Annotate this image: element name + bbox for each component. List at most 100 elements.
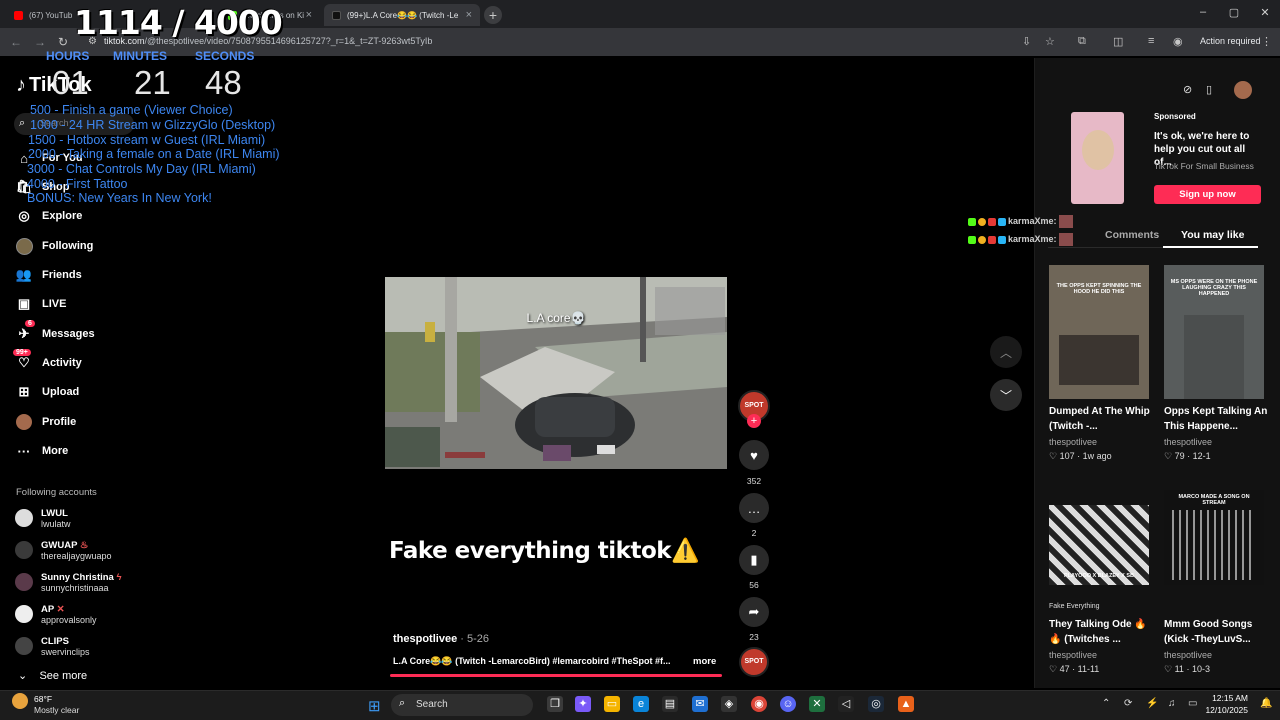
taskbar-date[interactable]: 12/10/2025 bbox=[1198, 705, 1248, 715]
search-icon: ⌕ bbox=[399, 697, 406, 709]
follow-plus-button[interactable]: + bbox=[747, 414, 761, 428]
account-gwuap[interactable]: GWUAP ♨ therealjaygwuapo bbox=[15, 535, 112, 565]
messages-badge: 6 bbox=[25, 320, 35, 327]
taskbar-clock[interactable]: 12:15 AM bbox=[1206, 693, 1248, 703]
video-card-title[interactable]: Opps Kept Talking An This Happene... bbox=[1164, 404, 1268, 434]
split-screen-icon[interactable]: ◫ bbox=[1113, 35, 1123, 48]
video-card-title[interactable]: They Talking Ode 🔥🔥 (Twitches ... bbox=[1049, 617, 1153, 647]
account-ap[interactable]: AP ✕ approvalsonly bbox=[15, 599, 97, 629]
extensions-icon[interactable]: ⧉ bbox=[1078, 35, 1086, 48]
emote-icon bbox=[1058, 215, 1073, 228]
minutes-label: MINUTES bbox=[113, 49, 167, 63]
excel-icon[interactable]: ✕ bbox=[809, 696, 825, 712]
notification-bell-icon[interactable]: 🔔 bbox=[1260, 698, 1272, 709]
goal-item: 3000 - Chat Controls My Day (IRL Miami) bbox=[27, 162, 256, 176]
video-progress-bar[interactable] bbox=[390, 674, 722, 677]
close-tab-icon[interactable]: × bbox=[466, 9, 472, 21]
store-icon[interactable]: ▤ bbox=[662, 696, 678, 712]
tab-you-may-like[interactable]: You may like bbox=[1181, 229, 1244, 241]
like-button[interactable]: ♥ bbox=[739, 440, 769, 470]
previous-video-button[interactable]: ︿ bbox=[990, 336, 1022, 368]
share-button[interactable]: ➦ bbox=[739, 597, 769, 627]
windows-start-icon[interactable]: ⊞ bbox=[368, 697, 381, 715]
edge-icon[interactable]: e bbox=[633, 696, 649, 712]
profile-icon[interactable]: ◉ bbox=[1173, 35, 1183, 48]
sidebar-item-live[interactable]: ▣ LIVE bbox=[15, 293, 67, 315]
action-required-button[interactable]: Action required bbox=[1200, 36, 1261, 46]
install-app-icon[interactable]: ⇩ bbox=[1022, 35, 1031, 48]
hours-label: HOURS bbox=[46, 49, 90, 63]
comment-button[interactable]: … bbox=[739, 493, 769, 523]
see-more-link[interactable]: ⌄ See more bbox=[18, 669, 87, 682]
user-avatar[interactable] bbox=[1234, 81, 1252, 99]
video-card-user[interactable]: thespotlivee bbox=[1164, 437, 1212, 447]
signup-button[interactable]: Sign up now bbox=[1154, 185, 1261, 204]
new-tab-button[interactable]: + bbox=[484, 6, 502, 24]
sidebar-item-explore[interactable]: ◎ Explore bbox=[15, 205, 82, 227]
device-icon[interactable]: ▯ bbox=[1206, 83, 1212, 96]
bookmark-star-icon[interactable]: ☆ bbox=[1045, 35, 1055, 48]
menu-kebab-icon[interactable]: ⋮ bbox=[1261, 35, 1272, 48]
video-card-thumbnail[interactable]: MS OPPS WERE ON THE PHONE LAUGHING CRAZY… bbox=[1164, 265, 1264, 399]
chevron-down-icon: ﹀ bbox=[999, 388, 1012, 403]
task-view-icon[interactable]: ❐ bbox=[547, 696, 563, 712]
account-clips[interactable]: CLIPS swervinclips bbox=[15, 631, 90, 661]
taskbar-search[interactable]: Search bbox=[391, 694, 533, 716]
video-card-user[interactable]: thespotlivee bbox=[1049, 650, 1097, 660]
sidebar-item-profile[interactable]: Profile bbox=[15, 411, 76, 433]
activity-badge: 99+ bbox=[13, 349, 31, 356]
artstation-icon[interactable]: ▲ bbox=[898, 696, 914, 712]
video-author[interactable]: thespotlivee · 5-26 bbox=[393, 633, 489, 645]
tray-chevron-up-icon[interactable]: ⌃ bbox=[1102, 698, 1110, 709]
reload-icon[interactable]: ↻ bbox=[58, 35, 68, 49]
tray-mic-icon[interactable]: ♫ bbox=[1168, 698, 1176, 709]
video-player[interactable]: L.A core💀 bbox=[385, 277, 727, 469]
next-video-button[interactable]: ﹀ bbox=[990, 379, 1022, 411]
get-coins-icon[interactable]: ⊘ bbox=[1183, 83, 1192, 96]
game-icon[interactable]: ◈ bbox=[721, 696, 737, 712]
forward-icon[interactable]: → bbox=[34, 35, 46, 49]
video-card-user[interactable]: thespotlivee bbox=[1049, 437, 1097, 447]
save-count: 56 bbox=[749, 580, 759, 590]
close-tab-icon[interactable]: × bbox=[306, 9, 312, 21]
sidebar-item-following[interactable]: Following bbox=[15, 235, 93, 257]
account-sunny-christina[interactable]: Sunny Christina ϟ sunnychristinaaa bbox=[15, 567, 122, 597]
more-button[interactable]: more bbox=[693, 656, 716, 667]
video-card-thumbnail[interactable]: THE OPPS KEPT SPINNING THE HOOD HE DID T… bbox=[1049, 265, 1149, 399]
mail-icon[interactable]: ✉ bbox=[692, 696, 708, 712]
media-control-icon[interactable]: ≡ bbox=[1148, 35, 1154, 47]
tray-display-icon[interactable]: ▭ bbox=[1188, 698, 1197, 709]
video-card-thumbnail[interactable]: MARCO MADE A SONG ON STREAM bbox=[1164, 490, 1264, 585]
back-icon[interactable]: ← bbox=[10, 35, 22, 49]
avatar bbox=[15, 573, 33, 591]
close-window-icon[interactable]: ✕ bbox=[1250, 6, 1280, 19]
goal-item: 2000 - Taking a female on a Date (IRL Mi… bbox=[28, 147, 280, 161]
capcut-icon[interactable]: ◁ bbox=[838, 696, 854, 712]
tray-network-icon[interactable]: ⚡ bbox=[1146, 698, 1158, 709]
tray-sync-icon[interactable]: ⟳ bbox=[1124, 698, 1132, 709]
video-card-user[interactable]: thespotlivee bbox=[1164, 650, 1212, 660]
minimize-icon[interactable]: – bbox=[1188, 6, 1218, 18]
tab-tiktok[interactable]: (99+)L.A Core😂😂 (Twitch -Le × bbox=[324, 4, 480, 26]
discord-icon[interactable]: ☺ bbox=[780, 696, 796, 712]
sidebar-item-activity[interactable]: ♡ 99+ Activity bbox=[13, 349, 82, 374]
video-card-thumbnail[interactable]: PLAYOOO X BLAZEY X SB bbox=[1049, 505, 1149, 585]
share-count: 23 bbox=[749, 632, 759, 642]
steam-icon[interactable]: ◎ bbox=[868, 696, 884, 712]
sidebar-item-messages[interactable]: ✈ 6 Messages bbox=[15, 320, 95, 345]
maximize-icon[interactable]: ▢ bbox=[1219, 6, 1249, 19]
video-card-title[interactable]: Mmm Good Songs (Kick -TheyLuvS... bbox=[1164, 617, 1268, 647]
chrome-icon[interactable]: ◉ bbox=[751, 696, 767, 712]
weather-moon-icon[interactable] bbox=[12, 693, 28, 709]
copilot-icon[interactable]: ✦ bbox=[575, 696, 591, 712]
tab-comments[interactable]: Comments bbox=[1075, 229, 1159, 241]
sidebar-item-more[interactable]: ··· More bbox=[15, 440, 69, 462]
save-button[interactable]: ▮ bbox=[739, 545, 769, 575]
sound-disc-avatar[interactable]: SPOT bbox=[739, 647, 769, 677]
sidebar-item-upload[interactable]: ⊞ Upload bbox=[15, 381, 80, 403]
account-lwul[interactable]: LWUL lwulatw bbox=[15, 503, 71, 533]
file-explorer-icon[interactable]: ▭ bbox=[604, 696, 620, 712]
sidebar-item-friends[interactable]: 👥 Friends bbox=[15, 264, 82, 286]
video-card-title[interactable]: Dumped At The Whip (Twitch -... bbox=[1049, 404, 1153, 434]
more-icon: ··· bbox=[17, 443, 31, 459]
